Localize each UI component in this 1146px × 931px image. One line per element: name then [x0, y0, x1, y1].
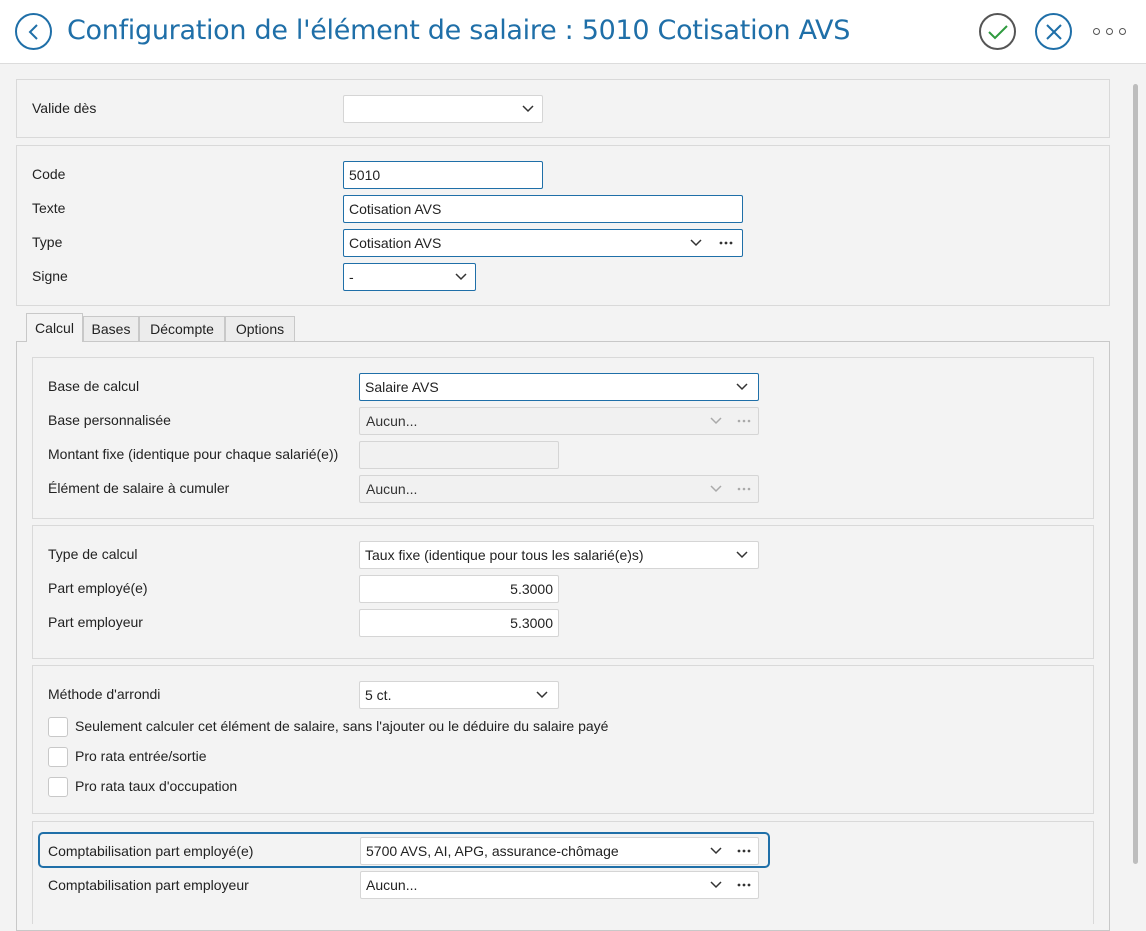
- valid-from-label: Valide dès: [32, 100, 97, 116]
- prorata-rate-label: Pro rata taux d'occupation: [75, 778, 238, 794]
- tab-bases[interactable]: Bases: [83, 316, 139, 341]
- page-title: Configuration de l'élément de salaire : …: [67, 15, 851, 46]
- ellipsis-icon[interactable]: [716, 230, 736, 256]
- prorata-entry-label: Pro rata entrée/sortie: [75, 748, 207, 764]
- base-label: Base de calcul: [48, 378, 140, 394]
- custom-base-label: Base personnalisée: [48, 412, 171, 428]
- ellipsis-icon: [734, 476, 754, 502]
- cumulate-select[interactable]: Aucun...: [359, 475, 759, 503]
- code-label: Code: [32, 166, 66, 182]
- sign-select[interactable]: -: [343, 263, 476, 291]
- code-input[interactable]: 5010: [343, 161, 543, 189]
- employee-account-label: Comptabilisation part employé(e): [48, 843, 254, 859]
- ellipsis-icon[interactable]: [734, 838, 754, 864]
- chevron-left-icon: [28, 23, 38, 40]
- only-calc-checkbox[interactable]: [48, 717, 68, 737]
- text-label: Texte: [32, 200, 66, 216]
- tab-calcul[interactable]: Calcul: [26, 313, 83, 342]
- general-panel: [16, 145, 1110, 306]
- ellipsis-icon: [734, 408, 754, 434]
- custom-base-select[interactable]: Aucun...: [359, 407, 759, 435]
- chevron-down-icon[interactable]: [688, 230, 704, 256]
- employer-part-input[interactable]: 5.3000: [359, 609, 559, 637]
- chevron-down-icon: [734, 542, 750, 568]
- tab-options[interactable]: Options: [225, 316, 295, 341]
- employer-account-select[interactable]: Aucun...: [360, 871, 759, 899]
- base-select[interactable]: Salaire AVS: [359, 373, 759, 401]
- valid-from-select[interactable]: [343, 95, 543, 123]
- calc-type-select[interactable]: Taux fixe (identique pour tous les salar…: [359, 541, 759, 569]
- tab-decompte[interactable]: Décompte: [139, 316, 225, 341]
- cumulate-label: Élément de salaire à cumuler: [48, 480, 230, 496]
- ellipsis-icon[interactable]: [734, 872, 754, 898]
- cancel-button[interactable]: [1035, 13, 1072, 50]
- rounding-select[interactable]: 5 ct.: [359, 681, 559, 709]
- more-horizontal-icon: [1093, 28, 1100, 35]
- prorata-entry-checkbox[interactable]: [48, 747, 68, 767]
- type-label: Type: [32, 234, 63, 250]
- chevron-down-icon[interactable]: [708, 838, 724, 864]
- page-header: Configuration de l'élément de salaire : …: [0, 0, 1146, 64]
- check-icon: [987, 24, 1008, 39]
- only-calc-label: Seulement calculer cet élément de salair…: [75, 718, 609, 734]
- vertical-scrollbar[interactable]: [1133, 84, 1138, 864]
- employee-account-select[interactable]: 5700 AVS, AI, APG, assurance-chômage: [360, 837, 759, 865]
- close-icon: [1045, 23, 1062, 40]
- fixed-amount-label: Montant fixe (identique pour chaque sala…: [48, 446, 339, 462]
- validity-panel: [16, 79, 1110, 138]
- employer-part-label: Part employeur: [48, 614, 143, 630]
- chevron-down-icon: [708, 408, 724, 434]
- chevron-down-icon: [708, 476, 724, 502]
- prorata-rate-checkbox[interactable]: [48, 777, 68, 797]
- sign-label: Signe: [32, 268, 68, 284]
- chevron-down-icon: [534, 682, 550, 708]
- fixed-amount-input[interactable]: [359, 441, 559, 469]
- type-select[interactable]: Cotisation AVS: [343, 229, 743, 257]
- back-button[interactable]: [15, 13, 52, 50]
- chevron-down-icon: [734, 374, 750, 400]
- chevron-down-icon: [453, 264, 469, 290]
- employer-account-label: Comptabilisation part employeur: [48, 877, 249, 893]
- more-button[interactable]: [1090, 22, 1130, 42]
- employee-part-label: Part employé(e): [48, 580, 148, 596]
- confirm-button[interactable]: [979, 13, 1016, 50]
- rounding-label: Méthode d'arrondi: [48, 686, 161, 702]
- chevron-down-icon: [520, 96, 536, 122]
- calc-type-label: Type de calcul: [48, 546, 138, 562]
- chevron-down-icon[interactable]: [708, 872, 724, 898]
- employee-part-input[interactable]: 5.3000: [359, 575, 559, 603]
- text-input[interactable]: Cotisation AVS: [343, 195, 743, 223]
